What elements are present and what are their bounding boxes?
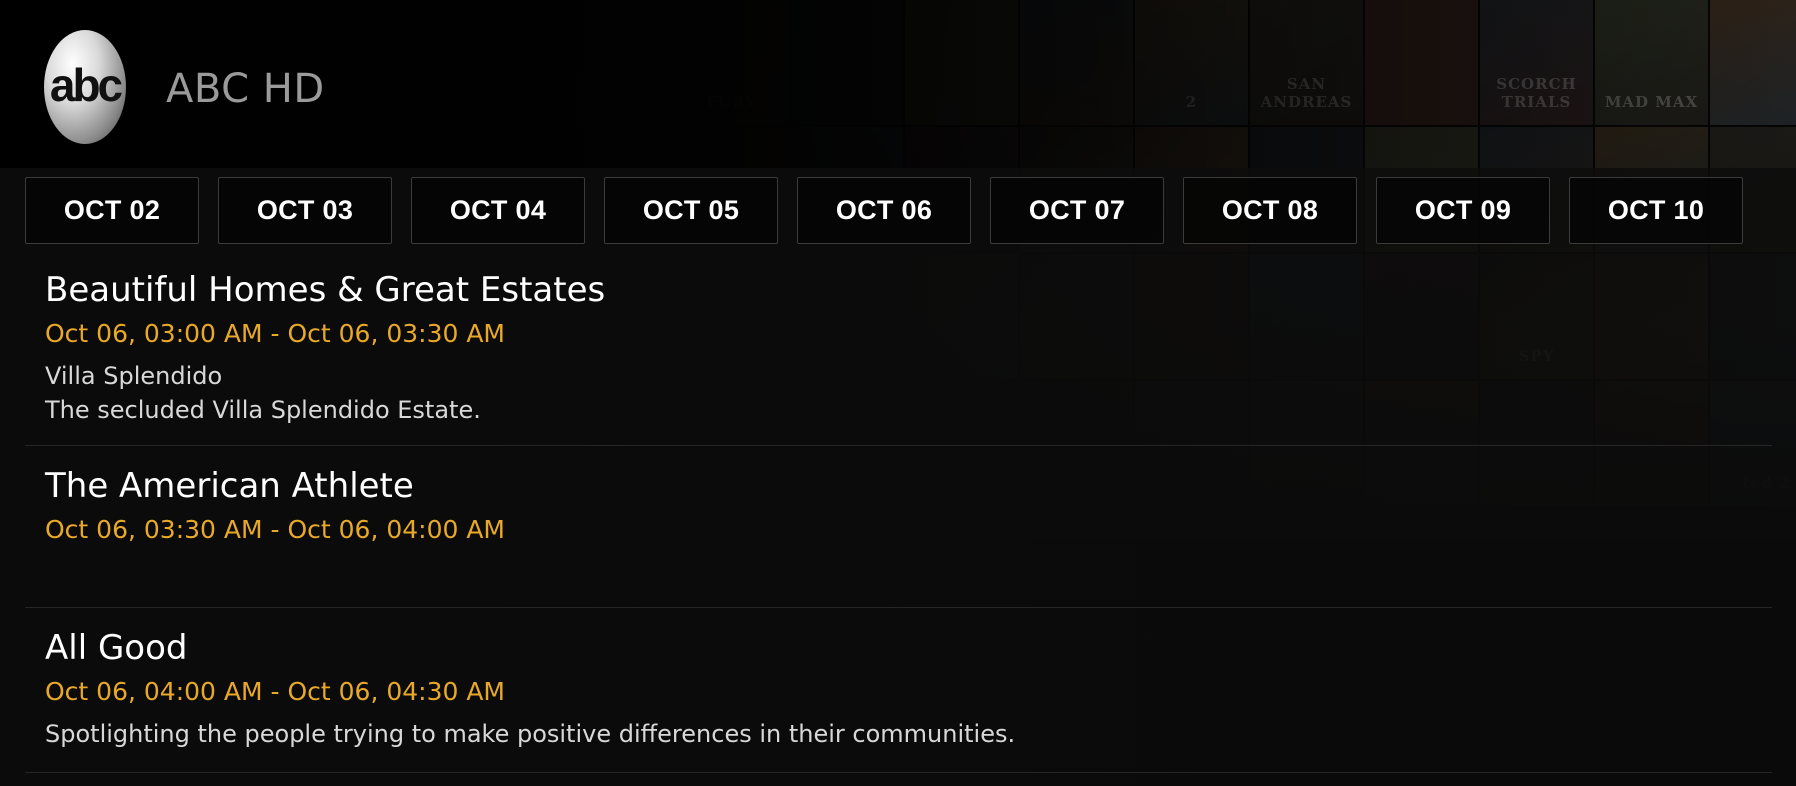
program-description: Spotlighting the people trying to make p… [45,720,1016,748]
program-item[interactable]: The American Athlete Oct 06, 03:30 AM - … [25,446,1772,608]
date-tab-oct-04[interactable]: OCT 04 [411,177,585,244]
date-tab-oct-03[interactable]: OCT 03 [218,177,392,244]
date-tab-oct-06[interactable]: OCT 06 [797,177,971,244]
program-title: All Good [45,628,188,668]
program-description: The secluded Villa Splendido Estate. [45,396,481,424]
abc-logo-icon: abc [44,30,126,144]
date-tab-oct-05[interactable]: OCT 05 [604,177,778,244]
program-time: Oct 06, 04:00 AM - Oct 06, 04:30 AM [45,677,505,706]
date-tab-oct-02[interactable]: OCT 02 [25,177,199,244]
channel-header: abc ABC HD [0,0,1796,168]
date-tab-oct-10[interactable]: OCT 10 [1569,177,1743,244]
date-tab-oct-09[interactable]: OCT 09 [1376,177,1550,244]
date-tab-bar: OCT 02 OCT 03 OCT 04 OCT 05 OCT 06 OCT 0… [25,177,1743,244]
epg-screen: FURY2SAN ANDREASSCORCH TRIALSMAD MAX22SP… [0,0,1796,786]
program-time: Oct 06, 03:30 AM - Oct 06, 04:00 AM [45,515,505,544]
program-title: The American Athlete [45,466,414,506]
channel-name: ABC HD [166,66,325,112]
program-item[interactable]: Beautiful Homes & Great Estates Oct 06, … [25,257,1772,446]
program-title: Beautiful Homes & Great Estates [45,270,606,310]
program-episode: Villa Splendido [45,362,223,390]
program-list: Beautiful Homes & Great Estates Oct 06, … [25,257,1772,773]
logo-text: abc [49,59,123,111]
program-item[interactable]: All Good Oct 06, 04:00 AM - Oct 06, 04:3… [25,608,1772,773]
date-tab-oct-08[interactable]: OCT 08 [1183,177,1357,244]
program-time: Oct 06, 03:00 AM - Oct 06, 03:30 AM [45,319,505,348]
date-tab-oct-07[interactable]: OCT 07 [990,177,1164,244]
